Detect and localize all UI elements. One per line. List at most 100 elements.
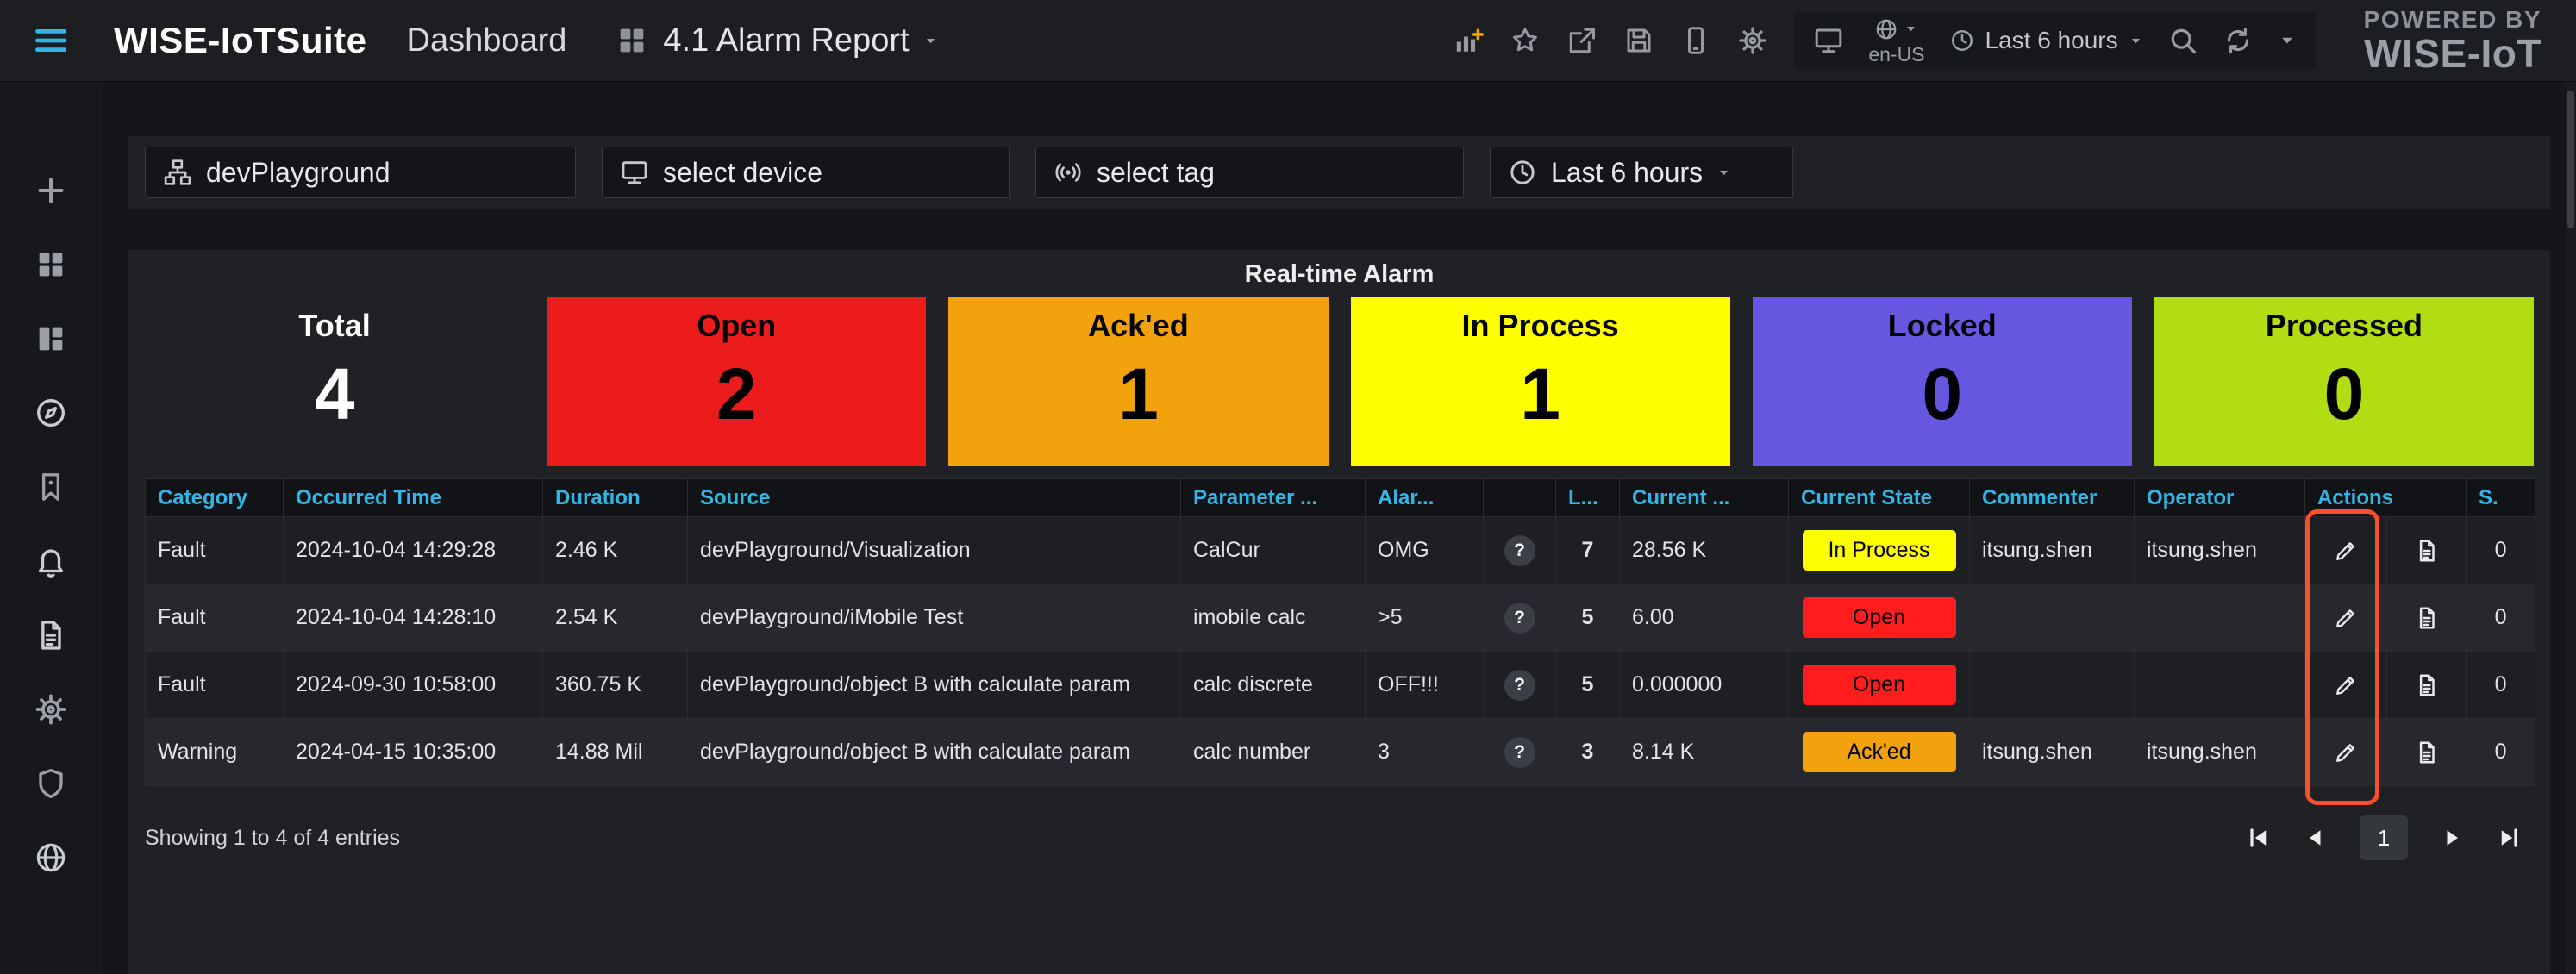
time-range-filter[interactable]: Last 6 hours [1490, 147, 1793, 198]
refresh-interval-button[interactable] [2278, 31, 2297, 50]
sidebar-item-panels[interactable] [34, 322, 68, 356]
prev-page-button[interactable] [2303, 825, 2329, 851]
bell-icon [34, 544, 68, 578]
col-header-commenter[interactable]: Commenter [1970, 479, 2135, 517]
realtime-alarm-panel: Real-time Alarm Total 4 Open 2 Ack'ed 1 … [128, 250, 2550, 974]
next-page-icon [2439, 825, 2465, 851]
help-icon[interactable]: ? [1504, 670, 1535, 701]
col-header-duration[interactable]: Duration [543, 479, 688, 517]
cell-current-value: 6.00 [1620, 584, 1789, 652]
stat-value: 0 [2324, 358, 2365, 430]
help-icon[interactable]: ? [1504, 603, 1535, 634]
document-icon[interactable] [2414, 605, 2440, 631]
sidebar-item-dashboards[interactable] [34, 247, 68, 282]
stat-label: Locked [1888, 308, 1997, 344]
col-header-occurred-time[interactable]: Occurred Time [284, 479, 543, 517]
cell-source: devPlayground/object B with calculate pa… [688, 719, 1181, 786]
next-page-button[interactable] [2439, 825, 2465, 851]
sidebar-item-explore[interactable] [34, 396, 68, 430]
sidebar-item-settings[interactable] [34, 692, 68, 727]
group-filter[interactable]: devPlayground [145, 147, 576, 198]
state-badge: Open [1803, 597, 1956, 638]
col-header-operator[interactable]: Operator [2135, 479, 2305, 517]
tv-mode-button[interactable] [1813, 25, 1844, 56]
tag-filter[interactable]: select tag [1035, 147, 1464, 198]
col-header-level[interactable]: L... [1556, 479, 1620, 517]
document-icon[interactable] [2414, 538, 2440, 564]
dashboard-picker[interactable]: 4.1 Alarm Report [615, 22, 937, 59]
tag-filter-placeholder: select tag [1097, 157, 1215, 189]
gear-icon [1737, 25, 1768, 56]
col-header-severity[interactable]: S. [2467, 479, 2535, 517]
cell-action-detail [2387, 517, 2467, 584]
shield-icon [34, 766, 68, 801]
mobile-view-button[interactable] [1680, 25, 1711, 56]
dashboards-grid-icon [615, 23, 649, 58]
refresh-button[interactable] [2223, 25, 2254, 56]
table-row: Fault 2024-09-30 10:58:00 360.75 K devPl… [146, 652, 2535, 719]
help-icon[interactable]: ? [1504, 737, 1535, 768]
table-row: Fault 2024-10-04 14:29:28 2.46 K devPlay… [146, 517, 2535, 584]
star-button[interactable] [1510, 25, 1541, 56]
pencil-icon[interactable] [2333, 672, 2359, 698]
breadcrumb-dashboard[interactable]: Dashboard [407, 22, 567, 59]
add-graph-button[interactable] [1453, 25, 1484, 56]
dashboards-grid-icon [34, 247, 68, 282]
cell-parameter: CalCur [1181, 517, 1366, 584]
navbar-control-cluster: en-US Last 6 hours [1794, 12, 2315, 69]
star-icon [1510, 25, 1541, 56]
cell-occurred-time: 2024-10-04 14:28:10 [284, 584, 543, 652]
stat-label: Open [697, 308, 776, 344]
cell-action-edit [2305, 517, 2387, 584]
sidebar-item-alerts[interactable] [34, 544, 68, 578]
save-button[interactable] [1623, 25, 1654, 56]
cell-count: 0 [2467, 652, 2535, 719]
document-icon[interactable] [2414, 672, 2440, 698]
zoom-out-button[interactable] [2167, 25, 2198, 56]
col-header-current-state[interactable]: Current State [1789, 479, 1970, 517]
stat-label: In Process [1462, 308, 1619, 344]
sidebar-item-web[interactable] [34, 840, 68, 875]
state-badge: Open [1803, 665, 1956, 705]
sidebar-item-favorites[interactable] [34, 470, 68, 504]
current-page-button[interactable]: 1 [2360, 815, 2408, 860]
cell-source: devPlayground/Visualization [688, 517, 1181, 584]
graph-add-icon [1453, 25, 1484, 56]
state-badge: Ack'ed [1803, 732, 1956, 772]
last-page-button[interactable] [2496, 825, 2522, 851]
time-range-picker[interactable]: Last 6 hours [1949, 27, 2143, 54]
app-logo[interactable]: WISE-IoTSuite [114, 20, 367, 61]
col-header-category[interactable]: Category [146, 479, 284, 517]
cell-category: Fault [146, 517, 284, 584]
bookmark-icon [34, 470, 68, 504]
chevron-down-icon [2129, 34, 2143, 48]
powered-by-label: POWERED BY [2364, 7, 2542, 32]
col-header-current-value[interactable]: Current ... [1620, 479, 1789, 517]
pencil-icon[interactable] [2333, 605, 2359, 631]
col-header-source[interactable]: Source [688, 479, 1181, 517]
device-filter[interactable]: select device [602, 147, 1010, 198]
sidebar-item-reports[interactable] [34, 618, 68, 652]
stat-processed: Processed 0 [2154, 297, 2534, 466]
language-selector[interactable]: en-US [1868, 17, 1924, 65]
stat-label: Total [298, 308, 370, 344]
stat-total: Total 4 [145, 297, 524, 466]
share-button[interactable] [1566, 25, 1597, 56]
col-header-parameter[interactable]: Parameter ... [1181, 479, 1366, 517]
col-header-alarm[interactable]: Alar... [1366, 479, 1484, 517]
first-page-button[interactable] [2246, 825, 2272, 851]
sidebar-item-security[interactable] [34, 766, 68, 801]
clock-icon [1508, 158, 1537, 187]
pencil-icon[interactable] [2333, 538, 2359, 564]
sidebar-item-create[interactable] [34, 173, 68, 208]
document-icon[interactable] [2414, 740, 2440, 765]
help-icon[interactable]: ? [1504, 535, 1535, 566]
settings-button[interactable] [1737, 25, 1768, 56]
chevron-down-icon [923, 34, 938, 48]
sitemap-icon [163, 158, 192, 187]
last-page-icon [2496, 825, 2522, 851]
pencil-icon[interactable] [2333, 740, 2359, 765]
menu-button[interactable] [0, 22, 102, 59]
scrollbar-thumb[interactable] [2567, 91, 2574, 228]
cell-commenter: itsung.shen [1970, 719, 2135, 786]
